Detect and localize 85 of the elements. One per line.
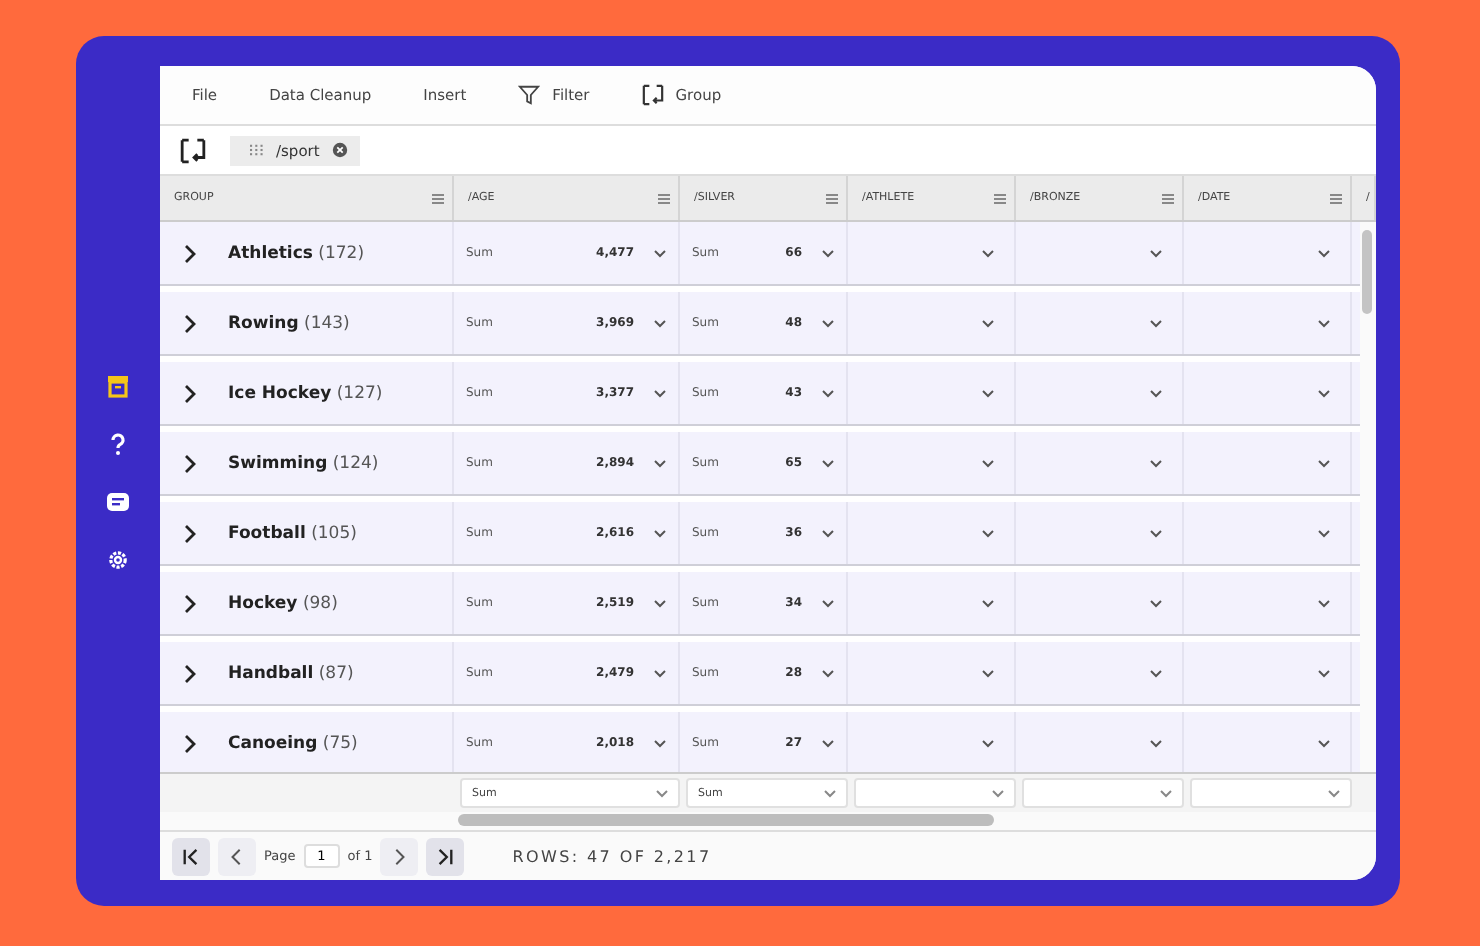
chevron-icon[interactable]: [184, 523, 196, 543]
dropdown-icon: [822, 739, 834, 747]
group-name: Ice Hockey (127): [228, 383, 383, 403]
dropdown-icon[interactable]: [1318, 319, 1330, 327]
close-icon[interactable]: [331, 142, 348, 158]
dropdown-icon[interactable]: [982, 669, 994, 677]
dropdown-icon: [822, 599, 834, 607]
dropdown-icon[interactable]: [1150, 599, 1162, 607]
dropdown-icon[interactable]: [1150, 669, 1162, 677]
dropdown-icon: [822, 459, 834, 467]
menu-icon[interactable]: [432, 193, 444, 203]
scrollbar-thumb[interactable]: [458, 814, 994, 826]
first-page-button[interactable]: [172, 837, 210, 875]
chevron-icon[interactable]: [184, 453, 196, 473]
group-name: Handball (87): [228, 663, 354, 683]
dropdown-icon[interactable]: [1318, 459, 1330, 467]
dropdown-icon[interactable]: [1318, 599, 1330, 607]
menu-icon[interactable]: [1162, 193, 1174, 203]
first-page-icon: [182, 847, 200, 865]
dropdown-icon: [992, 789, 1004, 797]
dropdown-icon[interactable]: [1318, 669, 1330, 677]
dropdown-icon[interactable]: [1318, 249, 1330, 257]
dropdown-icon[interactable]: [1150, 739, 1162, 747]
dropdown-icon: [822, 389, 834, 397]
dropdown-icon[interactable]: [982, 599, 994, 607]
dropdown-icon: [654, 459, 666, 467]
group-name: Rowing (143): [228, 313, 350, 333]
dropdown-icon[interactable]: [1150, 389, 1162, 397]
chevron-right-icon: [390, 847, 409, 865]
dropdown-icon: [822, 249, 834, 257]
last-page-icon: [436, 847, 455, 865]
dropdown-icon: [654, 389, 666, 397]
dropdown-icon[interactable]: [982, 459, 994, 467]
chevron-icon[interactable]: [184, 313, 196, 333]
dropdown-icon: [654, 319, 666, 327]
chevron-icon[interactable]: [184, 593, 196, 613]
chevron-icon[interactable]: [184, 733, 196, 753]
row-count: ROWS: 47 OF 2,217: [512, 847, 712, 865]
dropdown-icon[interactable]: [982, 739, 994, 747]
chevron-left-icon: [228, 847, 246, 865]
group-name: Hockey (98): [228, 593, 338, 613]
dropdown-icon: [822, 669, 834, 677]
dropdown-icon: [822, 529, 834, 537]
dropdown-icon: [824, 789, 836, 797]
chevron-icon[interactable]: [184, 663, 196, 683]
settings-icon[interactable]: [106, 548, 130, 572]
dropdown-icon[interactable]: [1150, 249, 1162, 257]
dropdown-icon: [654, 249, 666, 257]
dropdown-icon[interactable]: [982, 319, 994, 327]
dropdown-icon[interactable]: [1150, 319, 1162, 327]
group-name: Football (105): [228, 523, 357, 543]
menu-icon[interactable]: [658, 193, 670, 203]
dropdown-icon[interactable]: [1318, 389, 1330, 397]
drag-handle-icon: [250, 144, 264, 156]
dropdown-icon[interactable]: [1150, 529, 1162, 537]
archive-box-icon[interactable]: [106, 374, 130, 398]
dropdown-icon[interactable]: [982, 249, 994, 257]
dropdown-icon: [1160, 789, 1172, 797]
dropdown-icon[interactable]: [982, 389, 994, 397]
last-page-button[interactable]: [426, 837, 465, 875]
dropdown-icon: [654, 669, 666, 677]
help-icon[interactable]: [106, 432, 130, 456]
group-name: Canoeing (75): [228, 733, 358, 753]
group-icon: [641, 84, 664, 106]
menu-icon[interactable]: [1330, 193, 1342, 203]
dropdown-icon: [822, 319, 834, 327]
group-name: Swimming (124): [228, 453, 379, 473]
chevron-icon[interactable]: [184, 383, 196, 403]
dropdown-icon[interactable]: [1150, 459, 1162, 467]
menu-icon[interactable]: [826, 193, 838, 203]
dropdown-icon: [656, 789, 668, 797]
dropdown-icon[interactable]: [982, 529, 994, 537]
dropdown-icon: [654, 599, 666, 607]
dropdown-icon: [654, 529, 666, 537]
dropdown-icon: [654, 739, 666, 747]
dropdown-icon: [1328, 789, 1340, 797]
scrollbar-thumb[interactable]: [1362, 230, 1372, 314]
chat-icon[interactable]: [106, 490, 130, 514]
chevron-icon[interactable]: [184, 243, 196, 263]
group-icon[interactable]: [180, 137, 206, 163]
dropdown-icon[interactable]: [1318, 529, 1330, 537]
dropdown-icon[interactable]: [1318, 739, 1330, 747]
menu-icon[interactable]: [994, 193, 1006, 203]
group-name: Athletics (172): [228, 243, 365, 263]
filter-icon: [518, 84, 541, 106]
